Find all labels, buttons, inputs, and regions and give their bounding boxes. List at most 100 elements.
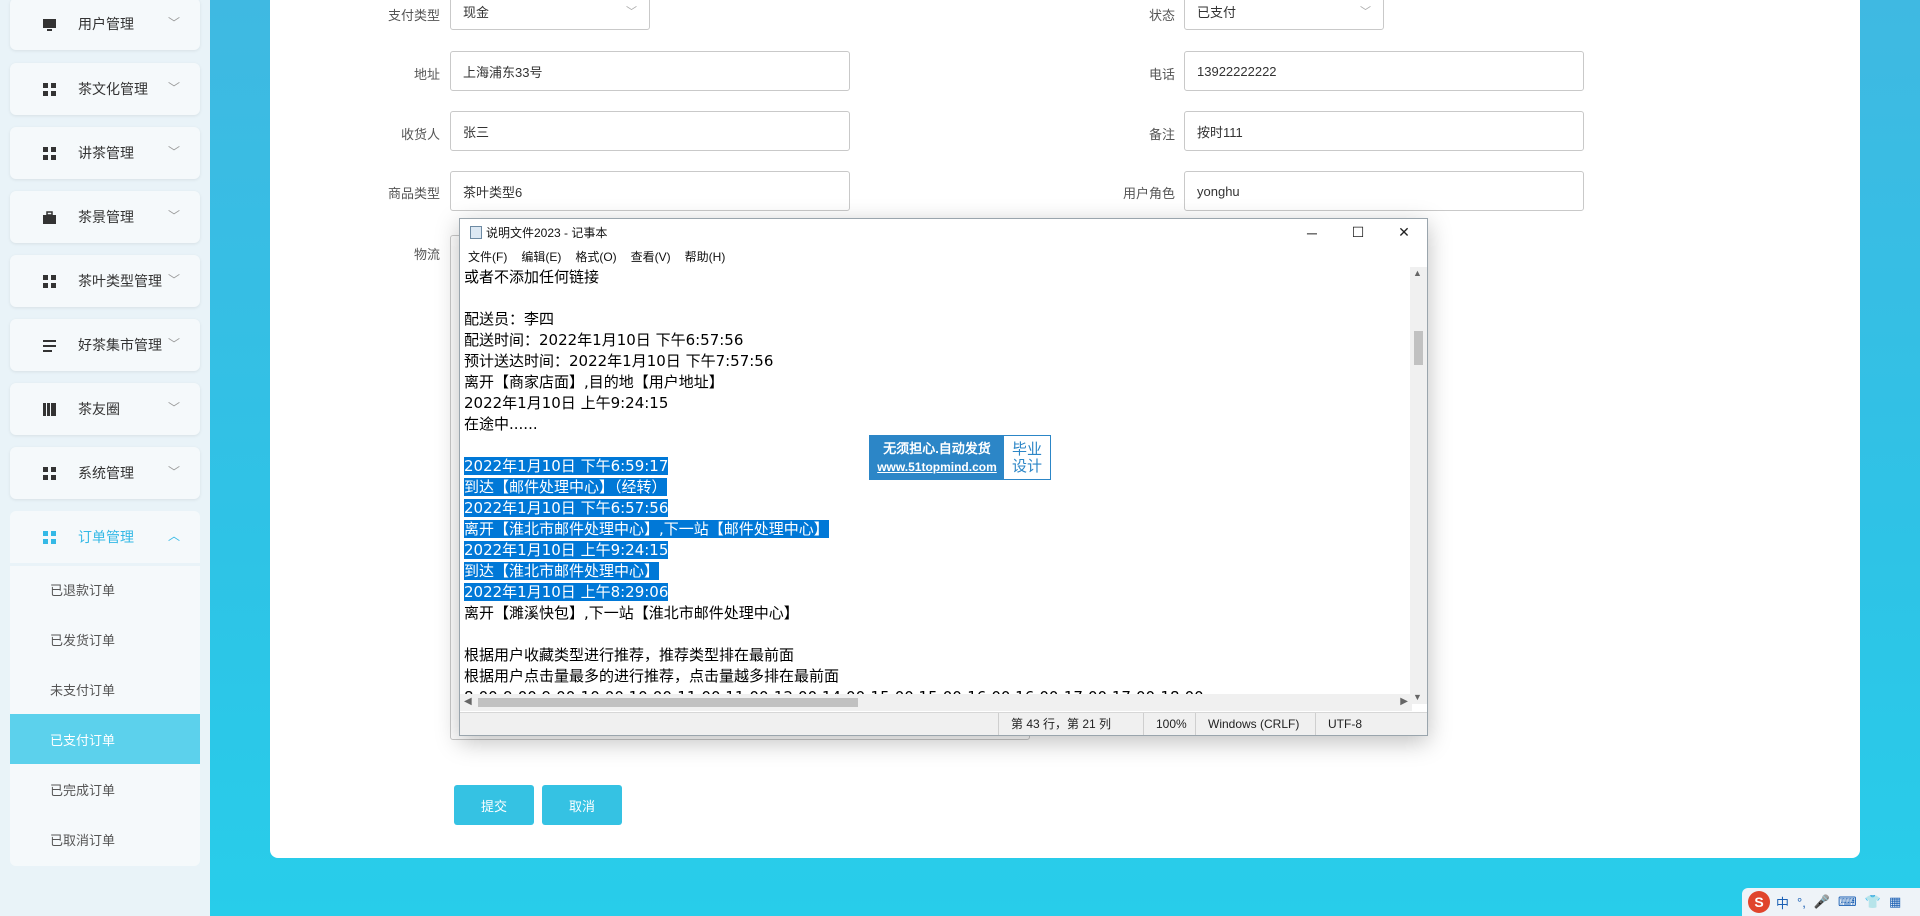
sidebar: 用户管理 ﹀ 茶文化管理 ﹀ 讲茶管理 ﹀ 茶景管理 ﹀ 茶叶类型管理 ﹀ 好茶… bbox=[0, 0, 210, 916]
close-button[interactable]: ✕ bbox=[1381, 219, 1427, 246]
goods-type-input[interactable]: 茶叶类型6 bbox=[450, 171, 850, 211]
sidebar-item-label: 系统管理 bbox=[78, 465, 134, 481]
notepad-line: 配送员：李四 bbox=[464, 309, 1408, 330]
notepad-app-icon bbox=[470, 226, 482, 239]
notepad-line-text: 在途中...... bbox=[464, 415, 538, 433]
vertical-scrollbar[interactable]: ▲ ▼ bbox=[1410, 267, 1427, 704]
notepad-line-text: 或者不添加任何链接 bbox=[464, 268, 600, 286]
notepad-titlebar[interactable]: 说明文件2023 - 记事本 bbox=[460, 219, 1427, 246]
notepad-line: 2022年1月10日 上午9:24:15 bbox=[464, 393, 1408, 414]
menu-help[interactable]: 帮助(H) bbox=[685, 248, 726, 265]
receiver-label: 收货人 bbox=[400, 127, 440, 142]
chevron-down-icon: ﹀ bbox=[1360, 6, 1371, 18]
notepad-line: 根据用户点击量最多的进行推荐，点击量越多排在最前面 bbox=[464, 666, 1408, 687]
vertical-scroll-thumb[interactable] bbox=[1414, 331, 1423, 365]
status-line-ending: Windows (CRLF) bbox=[1195, 713, 1299, 735]
list-icon bbox=[43, 340, 56, 352]
book-icon bbox=[43, 403, 56, 416]
submenu-unpaid-orders[interactable]: 未支付订单 bbox=[10, 664, 200, 714]
submenu-completed-orders[interactable]: 已完成订单 bbox=[10, 764, 200, 814]
scroll-left-icon[interactable]: ◀ bbox=[464, 696, 472, 707]
scroll-right-icon[interactable]: ▶ bbox=[1400, 696, 1408, 707]
chevron-down-icon: ﹀ bbox=[167, 81, 180, 95]
pay-type-label: 支付类型 bbox=[387, 8, 440, 23]
submenu-paid-orders[interactable]: 已支付订单 bbox=[10, 714, 200, 764]
notepad-line: 或者不添加任何链接 bbox=[464, 267, 1408, 288]
sidebar-item-user-management[interactable]: 用户管理 ﹀ bbox=[10, 0, 200, 50]
grid-menu-icon[interactable]: ▦ bbox=[1889, 894, 1901, 910]
user-role-input[interactable]: yonghu bbox=[1184, 171, 1584, 211]
pay-type-select[interactable]: 现金 ﹀ bbox=[450, 0, 650, 30]
notepad-title: 说明文件2023 - 记事本 bbox=[486, 226, 608, 240]
phone-input[interactable]: 13922222222 bbox=[1184, 51, 1584, 91]
minimize-icon: ─ bbox=[1307, 224, 1317, 241]
status-value: 已支付 bbox=[1197, 4, 1237, 20]
sidebar-item-label: 好茶集市管理 bbox=[78, 337, 162, 353]
sidebar-item-tea-market[interactable]: 好茶集市管理 ﹀ bbox=[10, 319, 200, 371]
notepad-menubar: 文件(F) 编辑(E) 格式(O) 查看(V) 帮助(H) bbox=[460, 246, 1427, 266]
sidebar-item-label: 订单管理 bbox=[78, 529, 134, 545]
microphone-icon[interactable]: 🎤 bbox=[1814, 894, 1830, 910]
ime-mode[interactable]: 中 bbox=[1776, 893, 1789, 912]
sidebar-item-label: 茶叶类型管理 bbox=[78, 273, 162, 289]
status-encoding: UTF-8 bbox=[1315, 713, 1362, 735]
notepad-line bbox=[464, 624, 1408, 645]
sidebar-item-tea-friends[interactable]: 茶友圈 ﹀ bbox=[10, 383, 200, 435]
notepad-line: 2022年1月10日 上午9:24:15 bbox=[464, 540, 1408, 561]
notepad-line-text: 根据用户点击量最多的进行推荐，点击量越多排在最前面 bbox=[464, 667, 840, 685]
sidebar-item-label: 讲茶管理 bbox=[78, 145, 134, 161]
cancel-button[interactable]: 取消 bbox=[542, 785, 622, 825]
scroll-down-icon[interactable]: ▼ bbox=[1413, 692, 1422, 702]
minimize-button[interactable]: ─ bbox=[1289, 219, 1335, 246]
notepad-line-text: 离开【濉溪快包】,下一站【淮北市邮件处理中心】 bbox=[464, 604, 799, 622]
submenu-refunded-orders[interactable]: 已退款订单 bbox=[10, 564, 200, 614]
notepad-statusbar: 第 43 行，第 21 列 100% Windows (CRLF) UTF-8 bbox=[460, 712, 1427, 735]
menu-file[interactable]: 文件(F) bbox=[468, 248, 507, 265]
chevron-down-icon: ﹀ bbox=[167, 145, 180, 159]
grid-icon bbox=[43, 531, 56, 544]
submenu-shipped-orders[interactable]: 已发货订单 bbox=[10, 614, 200, 664]
status-select[interactable]: 已支付 ﹀ bbox=[1184, 0, 1384, 30]
notepad-line bbox=[464, 288, 1408, 309]
sidebar-item-tea-culture[interactable]: 茶文化管理 ﹀ bbox=[10, 63, 200, 115]
notepad-line: 离开【淮北市邮件处理中心】,下一站【邮件处理中心】 bbox=[464, 519, 1408, 540]
scroll-up-icon[interactable]: ▲ bbox=[1413, 268, 1422, 278]
close-icon: ✕ bbox=[1398, 224, 1410, 240]
horizontal-scrollbar[interactable]: ◀ ▶ bbox=[460, 694, 1412, 711]
notepad-line-text: 到达【邮件处理中心】（经转） bbox=[464, 478, 667, 496]
sogou-ime-icon[interactable]: S bbox=[1748, 891, 1770, 913]
grid-icon bbox=[43, 147, 56, 160]
submenu-cancelled-orders[interactable]: 已取消订单 bbox=[10, 814, 200, 864]
keyboard-icon[interactable]: ⌨ bbox=[1838, 894, 1857, 910]
sidebar-item-system[interactable]: 系统管理 ﹀ bbox=[10, 447, 200, 499]
notepad-line: 在途中...... bbox=[464, 414, 1408, 435]
chevron-down-icon: ﹀ bbox=[167, 16, 180, 30]
sidebar-item-orders[interactable]: 订单管理 ︿ bbox=[10, 511, 200, 563]
menu-view[interactable]: 查看(V) bbox=[631, 248, 671, 265]
chevron-down-icon: ﹀ bbox=[167, 337, 180, 351]
submit-button[interactable]: 提交 bbox=[454, 785, 534, 825]
menu-edit[interactable]: 编辑(E) bbox=[521, 248, 561, 265]
sidebar-item-label: 茶友圈 bbox=[78, 401, 120, 417]
sidebar-item-tea-talk[interactable]: 讲茶管理 ﹀ bbox=[10, 127, 200, 179]
user-role-label: 用户角色 bbox=[1122, 186, 1175, 201]
receiver-input[interactable]: 张三 bbox=[450, 111, 850, 151]
notepad-line: 到达【淮北市邮件处理中心】 bbox=[464, 561, 1408, 582]
menu-format[interactable]: 格式(O) bbox=[575, 248, 616, 265]
notepad-line: 预计送达时间：2022年1月10日 下午7:57:56 bbox=[464, 351, 1408, 372]
remark-label: 备注 bbox=[1148, 127, 1175, 142]
remark-input[interactable]: 按时111 bbox=[1184, 111, 1584, 151]
shirt-icon[interactable]: 👕 bbox=[1865, 894, 1881, 910]
sidebar-item-tea-type[interactable]: 茶叶类型管理 ﹀ bbox=[10, 255, 200, 307]
ime-punctuation[interactable]: °, bbox=[1797, 895, 1806, 910]
notepad-line: 到达【邮件处理中心】（经转） bbox=[464, 477, 1408, 498]
pay-type-value: 现金 bbox=[463, 4, 490, 20]
horizontal-scroll-thumb[interactable] bbox=[478, 698, 858, 707]
notepad-line-text: 离开【商家店面】,目的地【用户地址】 bbox=[464, 373, 724, 391]
maximize-button[interactable]: ☐ bbox=[1335, 219, 1381, 246]
goods-type-label: 商品类型 bbox=[387, 186, 440, 201]
sidebar-item-label: 茶景管理 bbox=[78, 209, 134, 225]
notepad-text-area[interactable]: 或者不添加任何链接 配送员：李四 配送时间：2022年1月10日 下午6:57:56… bbox=[464, 267, 1408, 704]
sidebar-item-tea-scenery[interactable]: 茶景管理 ﹀ bbox=[10, 191, 200, 243]
address-input[interactable]: 上海浦东33号 bbox=[450, 51, 850, 91]
